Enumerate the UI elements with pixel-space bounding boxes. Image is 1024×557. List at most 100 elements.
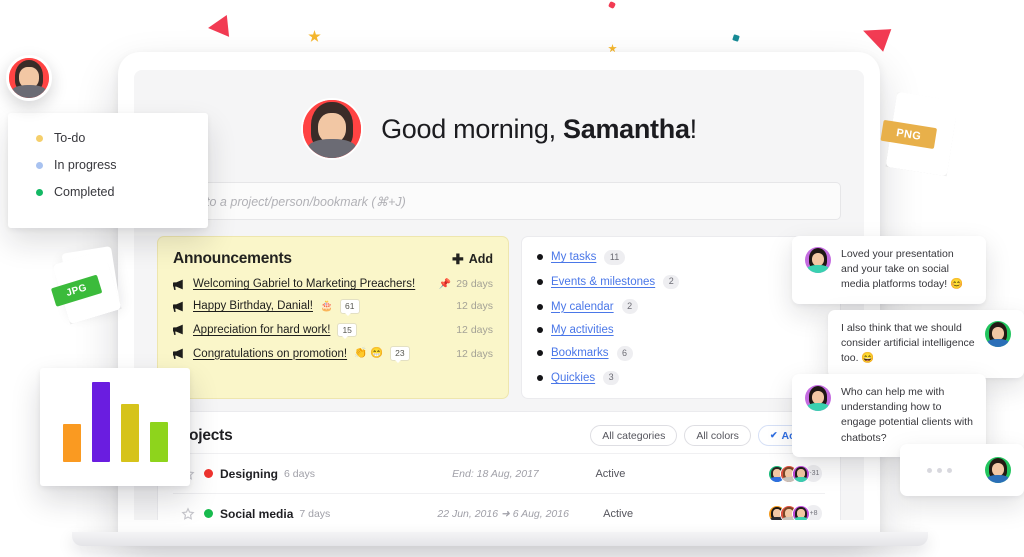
announcement-link[interactable]: Appreciation for hard work!: [193, 324, 330, 336]
search-input[interactable]: Jump to a project/person/bookmark (⌘+J): [157, 182, 841, 220]
quicknav-label[interactable]: Bookmarks: [551, 347, 609, 359]
announcement-age: 12 days: [456, 324, 493, 336]
bar-chart-card: [40, 368, 190, 486]
man-avatar: [985, 457, 1011, 483]
bullet-icon: [537, 303, 543, 310]
greeting-suffix: !: [689, 113, 698, 144]
app-screen: Good morning, Samantha! Jump to a projec…: [134, 70, 864, 520]
quicknav-count: 11: [604, 250, 625, 265]
projects-filters: All categories All colors ✔ Active: [590, 425, 825, 447]
quicknav-item-my-calendar[interactable]: My calendar 2: [537, 299, 825, 315]
chart-bar: [120, 404, 139, 462]
chart-bar: [149, 422, 168, 462]
chat-bubble: Loved your presentation and your take on…: [792, 236, 986, 304]
announcements-header: Announcements ✚ Add: [173, 250, 493, 268]
quicknav-count: 2: [663, 274, 680, 290]
square-decoration-teal: [732, 34, 740, 42]
legend-item-completed: Completed: [36, 185, 208, 199]
announcement-link[interactable]: Welcoming Gabriel to Marketing Preachers…: [193, 278, 415, 290]
megaphone-icon: [173, 325, 183, 336]
status-dot-in-progress: [36, 161, 43, 169]
quicknav-item-quickies[interactable]: Quickies 3: [537, 370, 825, 386]
page-title: Good morning, Samantha!: [381, 114, 697, 145]
quicknav-label[interactable]: Quickies: [551, 372, 595, 384]
project-members[interactable]: +8: [768, 504, 825, 520]
laptop-base: [72, 532, 928, 546]
chat-bubble: I also think that we should consider art…: [828, 310, 1024, 378]
announcement-item[interactable]: Appreciation for hard work! 15 12 days: [173, 322, 493, 339]
megaphone-icon: [173, 279, 183, 290]
announcement-age-label: 12 days: [456, 347, 493, 360]
bullet-icon: [537, 254, 543, 261]
reaction-count-badge[interactable]: 23: [390, 346, 410, 363]
member-avatar: [791, 464, 810, 483]
chart-bar: [91, 382, 110, 462]
reaction-emoji: 🎂: [319, 300, 334, 313]
project-dates: 22 Jun, 2016 ➜ 6 Aug, 2016: [437, 507, 569, 520]
star-outline-icon[interactable]: [181, 507, 195, 520]
check-icon: ✔: [769, 430, 778, 441]
quicknav-count: 2: [621, 299, 638, 315]
bullet-icon: [537, 350, 543, 357]
chat-message-text: I also think that we should consider art…: [841, 322, 975, 365]
add-announcement-button[interactable]: ✚ Add: [452, 252, 493, 266]
announcement-age-label: 12 days: [456, 300, 493, 313]
announcement-age-label: 12 days: [456, 323, 493, 336]
add-announcement-label: Add: [468, 252, 493, 266]
status-dot-todo: [36, 134, 43, 142]
quicknav-item-my-activities[interactable]: My activities: [537, 324, 825, 336]
greeting-user-name: Samantha: [563, 113, 690, 144]
quicknav-item-events-milestones[interactable]: Events & milestones 2: [537, 274, 825, 290]
panels-row: Announcements ✚ Add Welcoming Gabriel to…: [157, 236, 841, 400]
bullet-icon: [537, 327, 543, 334]
quicknav-label[interactable]: My calendar: [551, 301, 614, 313]
triangle-decoration-right: [858, 20, 892, 52]
legend-label: Completed: [54, 185, 115, 199]
quicknav-count: 6: [616, 346, 633, 361]
announcement-age-label: 29 days: [456, 278, 493, 290]
project-duration: 6 days: [284, 467, 315, 480]
project-color-dot: [204, 469, 213, 479]
filter-all-colors[interactable]: All colors: [684, 425, 751, 447]
status-legend-card: To-do In progress Completed: [8, 113, 208, 228]
table-row[interactable]: Designing 6 days End: 18 Aug, 2017 Activ…: [173, 453, 825, 493]
quicknav-item-my-tasks[interactable]: My tasks 11: [537, 250, 825, 265]
filter-all-categories[interactable]: All categories: [590, 425, 678, 447]
project-members[interactable]: +31: [767, 464, 825, 484]
quicknav-item-bookmarks[interactable]: Bookmarks 6: [537, 346, 825, 361]
announcement-item[interactable]: Happy Birthday, Danial! 🎂 61 12 days: [173, 299, 493, 316]
quicknav-label[interactable]: Events & milestones: [551, 276, 655, 288]
quicknav-label[interactable]: My activities: [551, 324, 614, 336]
user-avatar: [301, 98, 364, 160]
pin-icon: 📌: [438, 278, 452, 290]
table-row[interactable]: Social media 7 days 22 Jun, 2016 ➜ 6 Aug…: [173, 493, 825, 520]
megaphone-icon: [173, 301, 183, 312]
project-color-dot: [204, 509, 213, 519]
quicknav-count: 3: [603, 370, 620, 386]
triangle-decoration-left: [206, 15, 230, 39]
project-name: Social media: [220, 506, 294, 520]
announcement-link[interactable]: Congratulations on promotion!: [193, 348, 347, 360]
quicknav-label[interactable]: My tasks: [551, 251, 596, 263]
projects-header: Projects All categories All colors ✔ Act…: [173, 425, 825, 447]
reaction-count-badge[interactable]: 61: [340, 299, 360, 316]
bullet-icon: [537, 375, 543, 382]
chat-message-text: Who can help me with understanding how t…: [841, 386, 973, 444]
member-avatar: [792, 504, 810, 520]
greeting-header: Good morning, Samantha!: [134, 70, 864, 160]
chat-message-text: Loved your presentation and your take on…: [841, 248, 964, 291]
announcement-item[interactable]: Congratulations on promotion! 👏 😁 23 12 …: [173, 346, 493, 363]
reaction-count-badge[interactable]: 15: [337, 322, 357, 339]
laptop-frame: Good morning, Samantha! Jump to a projec…: [118, 52, 880, 538]
announcement-age: 12 days: [456, 300, 493, 312]
chart-bar: [62, 424, 81, 462]
reaction-emoji: 👏 😁: [354, 347, 384, 360]
announcement-item[interactable]: Welcoming Gabriel to Marketing Preachers…: [173, 278, 493, 290]
announcements-card: Announcements ✚ Add Welcoming Gabriel to…: [157, 236, 509, 400]
project-name: Designing: [220, 466, 279, 481]
announcement-age: 12 days: [456, 348, 493, 360]
announcements-list: Welcoming Gabriel to Marketing Preachers…: [173, 278, 493, 363]
announcement-link[interactable]: Happy Birthday, Danial!: [193, 300, 313, 312]
file-badge-jpg: JPG: [50, 245, 122, 324]
megaphone-icon: [173, 348, 183, 359]
